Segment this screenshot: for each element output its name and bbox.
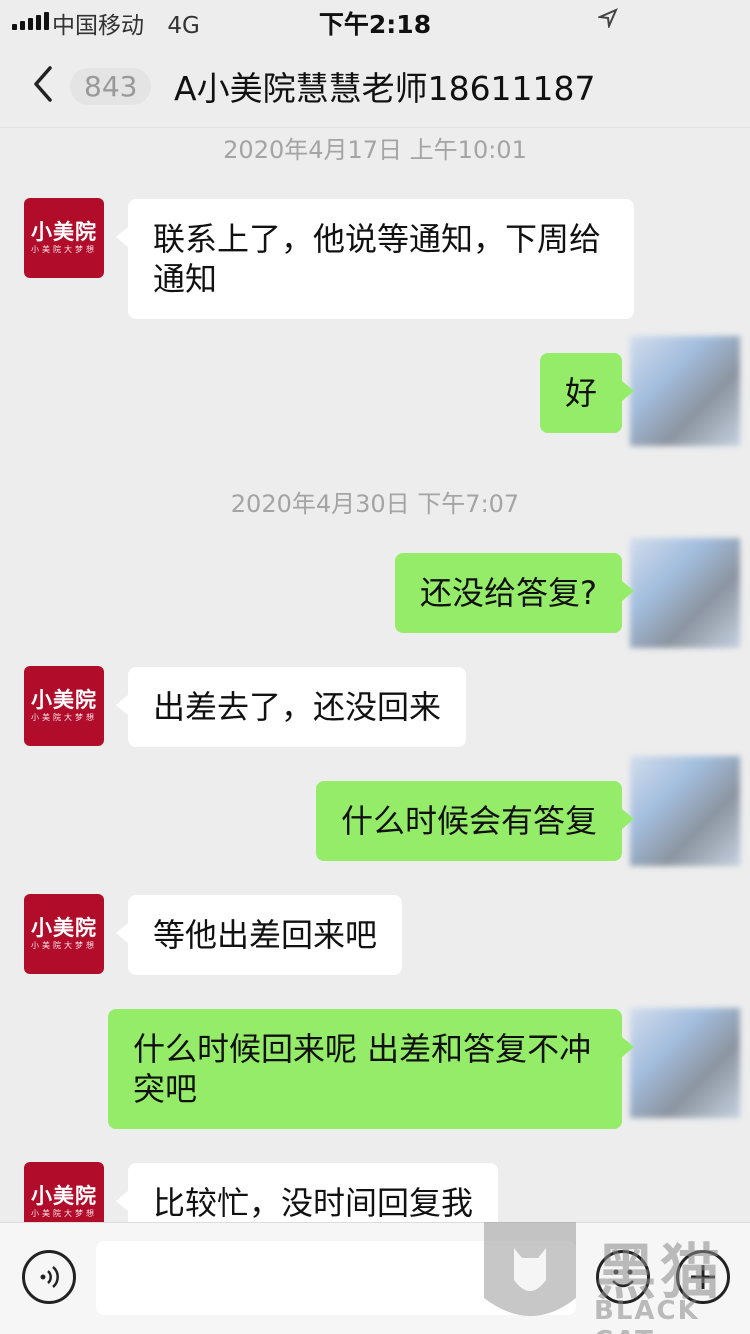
outgoing-message[interactable]: 什么时候回来呢 出差和答复不冲突吧 [108, 1009, 634, 1129]
avatar-logo-subtext: 小美院大梦想 [31, 713, 97, 722]
contact-avatar[interactable]: 小美院 小美院大梦想 [24, 894, 104, 974]
outgoing-message[interactable]: 什么时候会有答复 [315, 781, 635, 861]
incoming-message[interactable]: 出差去了，还没回来 [115, 667, 467, 747]
avatar-logo-subtext: 小美院大梦想 [31, 1209, 97, 1218]
outgoing-message[interactable]: 好 [539, 353, 635, 433]
self-avatar[interactable] [630, 336, 740, 446]
avatar-logo-text: 小美院 [31, 916, 97, 940]
location-arrow-icon [596, 8, 618, 33]
self-avatar[interactable] [630, 756, 740, 866]
avatar-logo-text: 小美院 [31, 220, 97, 244]
contact-avatar[interactable]: 小美院 小美院大梦想 [24, 666, 104, 746]
message-input[interactable] [96, 1241, 576, 1315]
self-avatar[interactable] [630, 1008, 740, 1118]
avatar-logo-text: 小美院 [31, 1184, 97, 1208]
timestamp: 2020年4月17日 上午10:01 [223, 136, 527, 164]
avatar-logo-text: 小美院 [31, 688, 97, 712]
voice-icon[interactable] [22, 1250, 76, 1304]
contact-avatar[interactable]: 小美院 小美院大梦想 [24, 198, 104, 278]
status-bar: 中国移动 4G 下午2:18 [0, 0, 750, 40]
incoming-message[interactable]: 联系上了，他说等通知，下周给通知 [116, 199, 634, 319]
status-time: 下午2:18 [318, 10, 432, 39]
timestamp: 2020年4月30日 下午7:07 [230, 490, 520, 518]
self-avatar[interactable] [630, 538, 740, 648]
plus-icon[interactable] [676, 1250, 730, 1304]
emoji-icon[interactable] [596, 1250, 650, 1304]
back-chevron-icon[interactable] [26, 62, 62, 106]
avatar-logo-subtext: 小美院大梦想 [31, 941, 97, 950]
chat-header: 843 A小美院慧慧老师18611187. [0, 40, 750, 128]
outgoing-message[interactable]: 还没给答复? [395, 553, 634, 633]
incoming-message[interactable]: 等他出差回来吧 [115, 895, 403, 975]
avatar-logo-subtext: 小美院大梦想 [31, 245, 97, 254]
chat-input-bar [0, 1222, 750, 1334]
unread-count-badge[interactable]: 843 [70, 68, 152, 105]
chat-title: A小美院慧慧老师18611187. [174, 69, 598, 108]
